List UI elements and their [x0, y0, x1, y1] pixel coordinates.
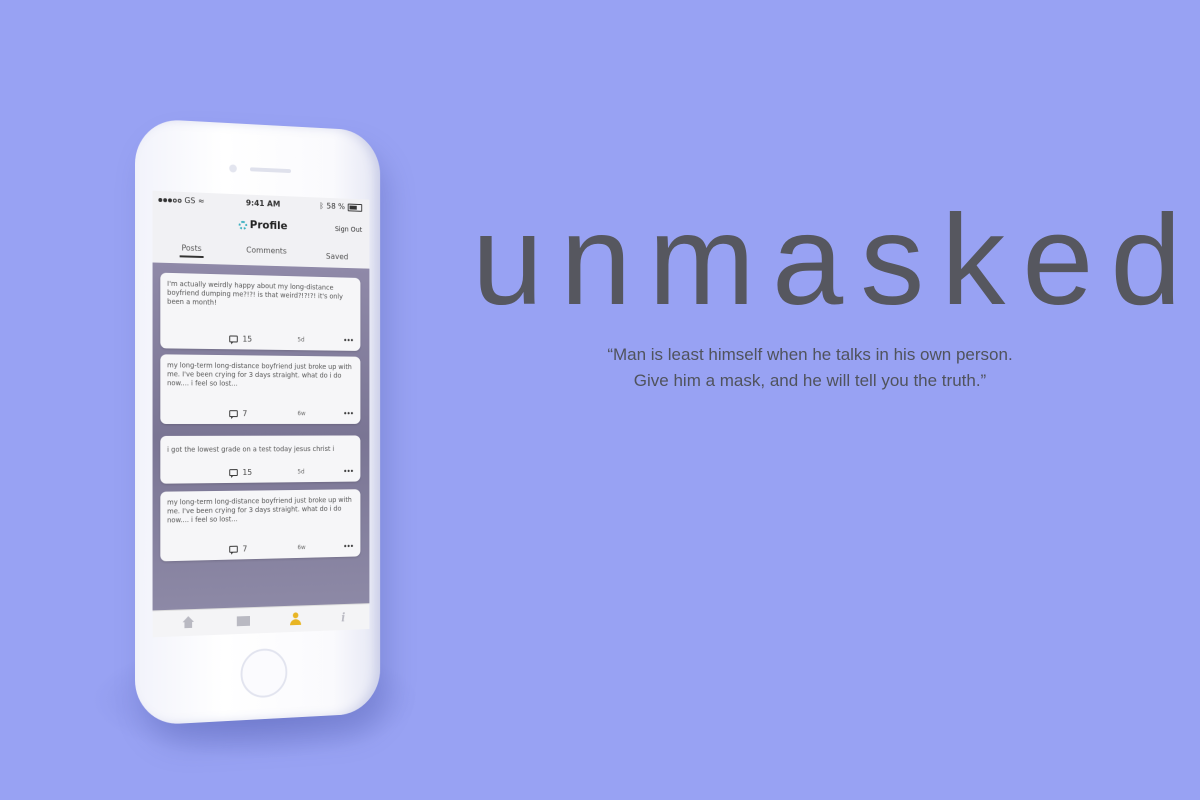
tab-comments[interactable]: Comments — [246, 246, 286, 256]
more-options-icon[interactable]: ••• — [343, 542, 353, 551]
post-meta: 15 5d ••• — [160, 333, 360, 346]
camera-icon — [229, 164, 237, 172]
status-battery: ᛒ 58 % — [319, 201, 362, 211]
posts-feed[interactable]: I'm actually weirdly happy about my long… — [153, 262, 370, 611]
post-card[interactable]: I'm actually weirdly happy about my long… — [160, 273, 360, 351]
battery-percent: 58 % — [327, 202, 345, 211]
comment-icon[interactable] — [229, 335, 237, 342]
post-age: 6w — [297, 410, 305, 417]
user-icon[interactable] — [289, 612, 302, 626]
post-text: my long-term long-distance boyfriend jus… — [167, 361, 354, 389]
mail-icon[interactable] — [237, 616, 250, 626]
page-title-text: Profile — [250, 218, 288, 232]
quote-line-1: “Man is least himself when he talks in h… — [470, 342, 1150, 368]
comment-count: 7 — [242, 545, 247, 554]
brand-title: unmasked — [472, 186, 1199, 336]
sign-out-button[interactable]: Sign Out — [335, 225, 362, 234]
more-options-icon[interactable]: ••• — [343, 336, 353, 345]
comment-count: 15 — [242, 468, 252, 477]
brand-quote: “Man is least himself when he talks in h… — [470, 342, 1150, 394]
comment-icon[interactable] — [229, 546, 237, 553]
comment-count: 7 — [242, 409, 247, 418]
post-text: i got the lowest grade on a test today j… — [167, 445, 354, 455]
phone-screen: GS ≈ 9:41 AM ᛒ 58 % Profile Sign Out Pos… — [153, 191, 370, 638]
post-card[interactable]: my long-term long-distance boyfriend jus… — [160, 354, 360, 424]
more-options-icon[interactable]: ••• — [343, 409, 353, 418]
info-icon[interactable]: i — [337, 611, 350, 625]
mask-logo-icon — [238, 221, 246, 230]
battery-fill — [350, 205, 357, 209]
home-icon[interactable] — [182, 616, 195, 630]
more-options-icon[interactable]: ••• — [343, 467, 353, 476]
post-meta: 7 6w ••• — [160, 542, 360, 556]
phone-mockup: GS ≈ 9:41 AM ᛒ 58 % Profile Sign Out Pos… — [135, 118, 380, 726]
speaker-grille — [250, 167, 291, 173]
bluetooth-icon: ᛒ — [319, 201, 323, 210]
post-age: 6w — [297, 544, 305, 551]
tab-saved[interactable]: Saved — [326, 252, 348, 261]
post-age: 5d — [297, 337, 304, 344]
battery-icon — [348, 203, 362, 211]
post-text: my long-term long-distance boyfriend jus… — [167, 496, 354, 525]
tab-posts[interactable]: Posts — [182, 243, 202, 253]
post-meta: 7 6w ••• — [160, 409, 360, 419]
home-button[interactable] — [241, 648, 288, 699]
post-card[interactable]: i got the lowest grade on a test today j… — [160, 435, 360, 483]
post-meta: 15 5d ••• — [160, 467, 360, 479]
post-age: 5d — [297, 469, 304, 476]
phone-body: GS ≈ 9:41 AM ᛒ 58 % Profile Sign Out Pos… — [135, 118, 380, 726]
post-text: I'm actually weirdly happy about my long… — [167, 280, 354, 311]
comment-icon[interactable] — [229, 469, 237, 476]
post-card[interactable]: my long-term long-distance boyfriend jus… — [160, 489, 360, 561]
quote-line-2: Give him a mask, and he will tell you th… — [470, 368, 1150, 394]
comment-icon[interactable] — [229, 410, 237, 417]
comment-count: 15 — [242, 335, 252, 344]
